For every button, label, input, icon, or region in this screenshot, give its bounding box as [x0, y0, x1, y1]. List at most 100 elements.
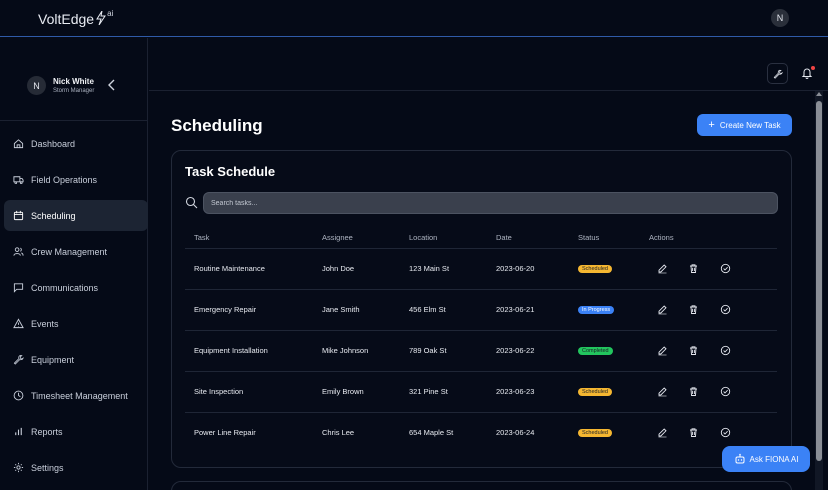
sidebar-item-label: Equipment — [31, 354, 75, 365]
check-circle-icon[interactable] — [720, 386, 731, 397]
sidebar-item-label: Communications — [31, 282, 99, 293]
cell-task: Equipment Installation — [194, 346, 268, 355]
trash-icon[interactable] — [688, 304, 699, 315]
users-icon — [13, 247, 24, 256]
column-header-location: Location — [409, 233, 438, 242]
create-new-task-label: Create New Task — [719, 120, 781, 130]
sidebar-item-label: Timesheet Management — [31, 390, 128, 401]
scroll-up-arrow[interactable] — [816, 92, 822, 96]
edit-icon[interactable] — [657, 263, 668, 274]
column-header-task: Task — [194, 233, 210, 242]
column-header-date: Date — [496, 233, 512, 242]
lightning-bolt-icon — [96, 11, 106, 25]
user-role: Storm Manager — [53, 88, 95, 94]
tools-button[interactable] — [767, 63, 788, 84]
status-badge: Scheduled — [578, 388, 612, 396]
user-avatar: N — [27, 76, 46, 95]
brand-name: VoltEdge — [38, 11, 95, 27]
sidebar-item-label: Scheduling — [31, 210, 76, 221]
bar-chart-icon — [15, 427, 22, 436]
check-circle-icon[interactable] — [720, 304, 731, 315]
user-profile[interactable]: N Nick White Storm Manager — [27, 76, 94, 95]
trash-icon[interactable] — [688, 386, 699, 397]
check-circle-icon[interactable] — [720, 427, 731, 438]
sidebar-item-timesheet-management[interactable]: Timesheet Management — [4, 380, 148, 411]
notifications-button[interactable] — [801, 66, 815, 80]
table-row: Power Line Repair Chris Lee 654 Maple St 20… — [185, 413, 777, 454]
sidebar-item-reports[interactable]: Reports — [4, 416, 148, 447]
cell-date: 2023-06-23 — [496, 387, 535, 396]
cell-date: 2023-06-21 — [496, 305, 535, 314]
trash-icon[interactable] — [688, 263, 699, 274]
edit-icon[interactable] — [657, 386, 668, 397]
wrench-icon — [13, 354, 24, 365]
sidebar-item-crew-management[interactable]: Crew Management — [4, 236, 148, 267]
sidebar-item-field-operations[interactable]: Field Operations — [4, 164, 148, 195]
edit-icon[interactable] — [657, 427, 668, 438]
check-circle-icon[interactable] — [720, 263, 731, 274]
cell-location: 321 Pine St — [409, 387, 448, 396]
status-badge: Completed — [578, 347, 613, 355]
sidebar-item-dashboard[interactable]: Dashboard — [4, 128, 148, 159]
page-title: Scheduling — [171, 116, 263, 135]
main-scrollbar[interactable] — [815, 91, 823, 490]
cell-location: 789 Oak St — [409, 346, 447, 355]
sidebar-item-events[interactable]: Events — [4, 308, 148, 339]
cell-assignee: John Doe — [322, 264, 355, 273]
check-circle-icon[interactable] — [720, 345, 731, 356]
home-icon — [13, 139, 24, 149]
user-name: Nick White — [53, 77, 94, 86]
status-badge: Scheduled — [578, 429, 612, 437]
scroll-thumb[interactable] — [816, 101, 822, 461]
ask-fiona-label: Ask FIONA AI — [749, 454, 799, 464]
clock-icon — [13, 390, 24, 401]
alert-triangle-icon — [13, 318, 24, 329]
column-header-assignee: Assignee — [322, 233, 353, 242]
sidebar-divider — [0, 120, 148, 121]
sidebar-item-scheduling[interactable]: Scheduling — [4, 200, 148, 231]
sidebar-item-equipment[interactable]: Equipment — [4, 344, 148, 375]
cell-assignee: Emily Brown — [322, 387, 364, 396]
trash-icon[interactable] — [688, 427, 699, 438]
bot-icon — [735, 453, 745, 464]
trash-icon[interactable] — [688, 345, 699, 356]
status-badge: In Progress — [578, 306, 615, 314]
truck-icon — [13, 176, 24, 185]
table-row: Site Inspection Emily Brown 321 Pine St 202… — [185, 372, 777, 413]
message-icon — [13, 283, 24, 293]
table-row: Equipment Installation Mike Johnson 789 Oa… — [185, 331, 777, 372]
cell-location: 654 Maple St — [409, 428, 454, 437]
search-input[interactable] — [203, 192, 778, 214]
sidebar-item-label: Crew Management — [31, 246, 108, 257]
brand-logo[interactable]: VoltEdge ai — [38, 9, 113, 27]
gear-icon — [13, 462, 24, 473]
edit-icon[interactable] — [657, 345, 668, 356]
create-new-task-button[interactable]: + Create New Task — [697, 114, 792, 136]
sidebar-item-communications[interactable]: Communications — [4, 272, 148, 303]
sidebar-item-settings[interactable]: Settings — [4, 452, 148, 483]
edit-icon[interactable] — [657, 304, 668, 315]
sidebar-item-label: Reports — [31, 426, 63, 437]
cell-date: 2023-06-20 — [496, 264, 535, 273]
cell-date: 2023-06-22 — [496, 346, 535, 355]
table-row: Routine Maintenance John Doe 123 Main St 20… — [185, 249, 777, 290]
sidebar-item-label: Field Operations — [31, 174, 98, 185]
sidebar-item-label: Dashboard — [31, 138, 76, 149]
top-user-avatar[interactable]: N — [771, 9, 789, 27]
wrench-icon — [773, 69, 783, 79]
sidebar-nav: Dashboard Field Operations Scheduling Cr… — [4, 128, 148, 488]
notification-dot — [811, 66, 815, 70]
cell-location: 123 Main St — [409, 264, 450, 273]
sidebar-item-label: Settings — [31, 462, 64, 473]
chevron-left-icon[interactable] — [106, 78, 118, 92]
cell-task: Routine Maintenance — [194, 264, 265, 273]
top-bar: VoltEdge ai N — [0, 0, 828, 37]
task-schedule-card: Task Schedule Task Assignee Location Dat… — [171, 150, 792, 468]
table-row: Emergency Repair Jane Smith 456 Elm St 2023… — [185, 290, 777, 331]
column-header-status: Status — [578, 233, 600, 242]
cell-task: Site Inspection — [194, 387, 244, 396]
sidebar: N Nick White Storm Manager Dashboard Fie… — [0, 38, 148, 490]
column-header-actions: Actions — [649, 233, 674, 242]
status-badge: Scheduled — [578, 265, 612, 273]
ask-fiona-button[interactable]: Ask FIONA AI — [722, 446, 810, 472]
